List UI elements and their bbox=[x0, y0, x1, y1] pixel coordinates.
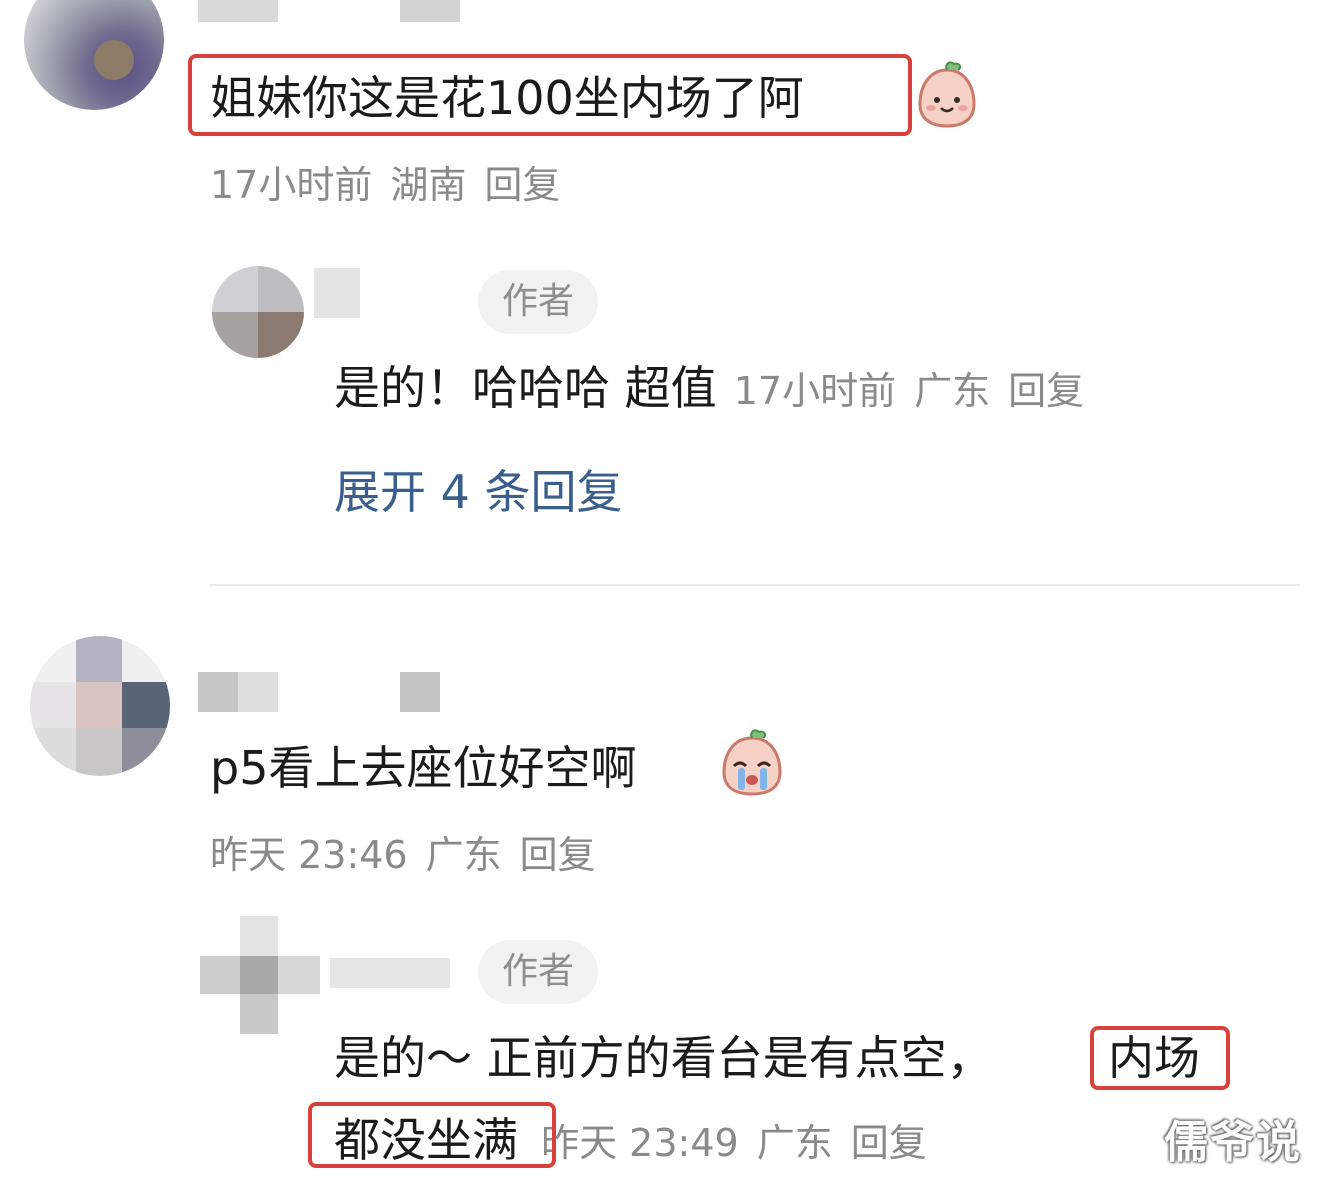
username-redacted bbox=[330, 958, 450, 988]
expand-replies-link[interactable]: 展开 4 条回复 bbox=[334, 464, 623, 520]
avatar[interactable] bbox=[24, 0, 164, 110]
comment-time: 17小时前 bbox=[210, 163, 373, 207]
reply-meta: 昨天 23:49 广东 回复 bbox=[541, 1121, 945, 1165]
reply-button[interactable]: 回复 bbox=[1008, 369, 1084, 413]
highlight-box bbox=[308, 1102, 556, 1168]
smile-emoji-icon bbox=[918, 61, 976, 128]
comment-time: 昨天 23:46 bbox=[210, 833, 408, 877]
username-redacted bbox=[198, 672, 238, 712]
reply-button[interactable]: 回复 bbox=[484, 163, 560, 207]
watermark: 儒爷说 bbox=[1164, 1117, 1302, 1168]
avatar[interactable] bbox=[30, 636, 170, 776]
comment-location: 湖南 bbox=[390, 163, 467, 207]
reply-time: 17小时前 bbox=[733, 369, 897, 413]
highlight-box bbox=[1090, 1026, 1230, 1090]
author-badge: 作者 bbox=[478, 940, 599, 1004]
comment-meta: 昨天 23:46 广东 回复 bbox=[210, 832, 614, 878]
reply-avatar[interactable] bbox=[200, 916, 320, 1034]
comment-meta: 17小时前 湖南 回复 bbox=[210, 162, 578, 208]
author-badge: 作者 bbox=[478, 270, 599, 334]
comment-location: 广东 bbox=[425, 833, 502, 877]
reply-text: 是的！哈哈哈 超值 bbox=[334, 361, 717, 415]
username-redacted bbox=[400, 0, 460, 22]
reply-avatar[interactable] bbox=[212, 266, 304, 358]
username-redacted bbox=[314, 268, 360, 318]
username-redacted bbox=[198, 0, 278, 22]
reply-location: 广东 bbox=[914, 369, 991, 413]
reply-text-line1: 是的～ 正前方的看台是有点空， bbox=[334, 1031, 993, 1085]
divider bbox=[210, 584, 1300, 586]
reply-meta: 17小时前 广东 回复 bbox=[734, 369, 1102, 413]
username-redacted bbox=[400, 672, 440, 712]
reply-time: 昨天 23:49 bbox=[541, 1121, 739, 1165]
reply-location: 广东 bbox=[756, 1121, 833, 1165]
reply-button[interactable]: 回复 bbox=[851, 1121, 927, 1165]
highlight-box bbox=[188, 54, 912, 136]
crying-emoji-icon bbox=[722, 729, 782, 796]
reply-line: 是的！哈哈哈 超值 17小时前 广东 回复 bbox=[334, 360, 1102, 416]
reply-button[interactable]: 回复 bbox=[520, 833, 596, 877]
username-redacted bbox=[238, 672, 278, 712]
comment-text: p5看上去座位好空啊 bbox=[210, 741, 637, 795]
